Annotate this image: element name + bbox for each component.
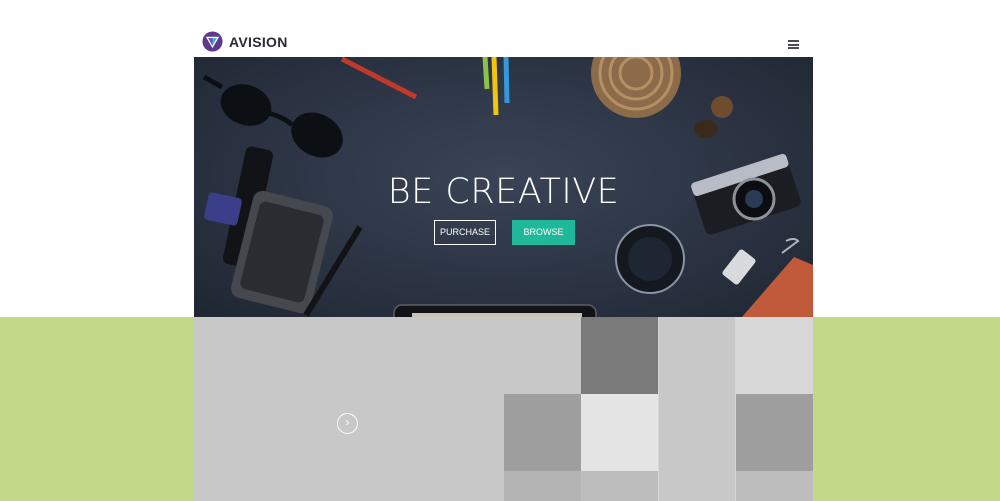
sunglasses-illustration [202, 74, 343, 158]
red-pencil-illustration [340, 57, 418, 100]
logo-icon [202, 31, 223, 52]
stamp-illustration [694, 96, 733, 138]
page-frame: AVISION BE CREATIVE PURCHASE BROWSE › [194, 0, 813, 501]
grid-tile[interactable] [581, 317, 658, 394]
grid-tile[interactable] [736, 317, 813, 394]
hero-title: BE CREATIVE [387, 172, 620, 212]
grid-divider [658, 317, 659, 501]
hero-banner: BE CREATIVE PURCHASE BROWSE [194, 57, 813, 317]
hamburger-menu-icon[interactable] [788, 40, 799, 49]
grid-tile[interactable] [504, 394, 581, 471]
grid-tile[interactable] [504, 471, 581, 501]
paperclip-illustration [781, 238, 800, 254]
grid-tile[interactable] [581, 471, 658, 501]
envelope-illustration [742, 257, 813, 317]
grid-divider [735, 317, 736, 501]
usb-drive-illustration [722, 249, 756, 285]
grid-tile[interactable] [736, 471, 813, 501]
whiskey-glass-illustration [615, 224, 685, 294]
chevron-right-icon[interactable]: › [337, 413, 358, 434]
colored-pencils-illustration [482, 57, 510, 116]
tablet-illustration [393, 304, 597, 317]
site-header: AVISION [194, 0, 813, 57]
brand-logo[interactable]: AVISION [202, 31, 288, 52]
browse-button[interactable]: BROWSE [512, 220, 575, 245]
portfolio-grid: › [194, 317, 813, 501]
grid-tile[interactable] [581, 394, 658, 471]
brand-name: AVISION [229, 33, 288, 50]
purchase-button[interactable]: PURCHASE [434, 220, 496, 245]
rope-coil-illustration [591, 57, 681, 118]
grid-tile[interactable] [736, 394, 813, 471]
